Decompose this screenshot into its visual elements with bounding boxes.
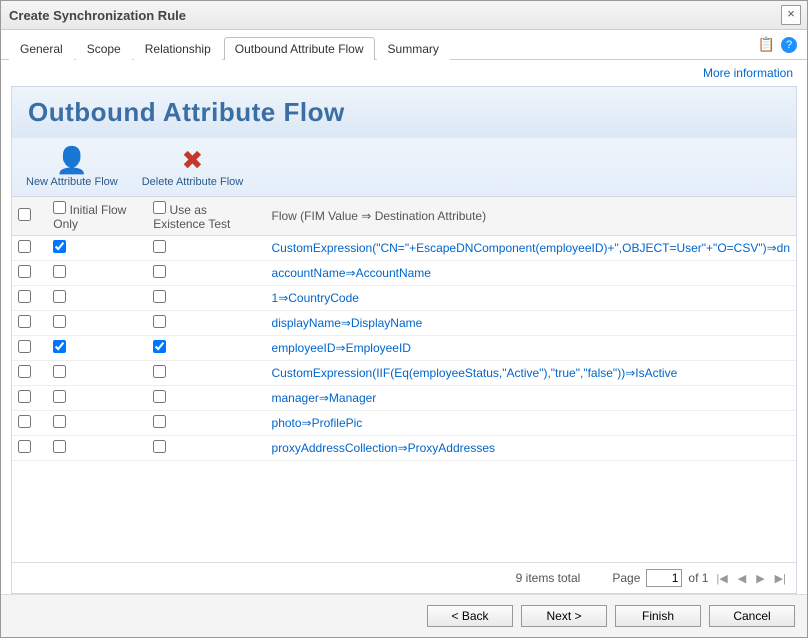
- help-icon[interactable]: ?: [781, 37, 797, 53]
- tab-relationship[interactable]: Relationship: [134, 37, 222, 60]
- initial-flow-checkbox[interactable]: [53, 365, 66, 378]
- table-row[interactable]: photo⇒ProfilePic: [12, 411, 796, 436]
- initial-flow-checkbox[interactable]: [53, 290, 66, 303]
- column-header-initial: Initial Flow Only: [47, 197, 147, 236]
- table-row[interactable]: 1⇒CountryCode: [12, 286, 796, 311]
- page-of-label: of 1: [688, 571, 708, 585]
- row-select-checkbox[interactable]: [18, 240, 31, 253]
- initial-flow-checkbox[interactable]: [53, 440, 66, 453]
- existence-test-checkbox[interactable]: [153, 265, 166, 278]
- flow-expression-link[interactable]: CustomExpression("CN="+EscapeDNComponent…: [266, 236, 796, 261]
- row-select-checkbox[interactable]: [18, 415, 31, 428]
- column-header-flow: Flow (FIM Value ⇒ Destination Attribute): [266, 197, 796, 236]
- select-all-checkbox[interactable]: [18, 208, 31, 221]
- flow-expression-link[interactable]: 1⇒CountryCode: [266, 286, 796, 311]
- delete-attribute-flow-button[interactable]: ✖ Delete Attribute Flow: [138, 144, 248, 190]
- pager: 9 items total Page of 1 |◀ ◀ ▶ ▶|: [12, 562, 796, 593]
- tab-scope[interactable]: Scope: [76, 37, 132, 60]
- existence-test-checkbox[interactable]: [153, 415, 166, 428]
- page-number-input[interactable]: [646, 569, 682, 587]
- new-attribute-flow-label: New Attribute Flow: [26, 176, 118, 188]
- cancel-button[interactable]: Cancel: [709, 605, 795, 627]
- finish-button[interactable]: Finish: [615, 605, 701, 627]
- column-header-existence: Use as Existence Test: [147, 197, 265, 236]
- user-icon: 👤: [56, 146, 88, 174]
- delete-attribute-flow-label: Delete Attribute Flow: [142, 176, 244, 188]
- page-label: Page: [612, 571, 640, 585]
- new-attribute-flow-button[interactable]: 👤 New Attribute Flow: [22, 144, 122, 190]
- pager-prev-button[interactable]: ◀: [736, 572, 748, 585]
- table-row[interactable]: displayName⇒DisplayName: [12, 311, 796, 336]
- header-initial-checkbox[interactable]: [53, 201, 66, 214]
- table-row[interactable]: manager⇒Manager: [12, 386, 796, 411]
- column-header-select[interactable]: [12, 197, 47, 236]
- wizard-footer: < Back Next > Finish Cancel: [1, 594, 807, 637]
- more-information-link[interactable]: More information: [11, 64, 797, 86]
- table-row[interactable]: CustomExpression(IIF(Eq(employeeStatus,"…: [12, 361, 796, 386]
- clipboard-icon[interactable]: 📋: [758, 36, 775, 53]
- flow-expression-link[interactable]: manager⇒Manager: [266, 386, 796, 411]
- close-button[interactable]: ×: [781, 5, 801, 25]
- flow-expression-link[interactable]: accountName⇒AccountName: [266, 261, 796, 286]
- row-select-checkbox[interactable]: [18, 315, 31, 328]
- existence-test-checkbox[interactable]: [153, 240, 166, 253]
- flow-expression-link[interactable]: proxyAddressCollection⇒ProxyAddresses: [266, 436, 796, 461]
- pager-last-button[interactable]: ▶|: [773, 572, 788, 585]
- tabstrip: GeneralScopeRelationshipOutbound Attribu…: [1, 30, 807, 60]
- next-button[interactable]: Next >: [521, 605, 607, 627]
- table-row[interactable]: accountName⇒AccountName: [12, 261, 796, 286]
- table-row[interactable]: employeeID⇒EmployeeID: [12, 336, 796, 361]
- flow-expression-link[interactable]: CustomExpression(IIF(Eq(employeeStatus,"…: [266, 361, 796, 386]
- initial-flow-checkbox[interactable]: [53, 315, 66, 328]
- existence-test-checkbox[interactable]: [153, 315, 166, 328]
- existence-test-checkbox[interactable]: [153, 290, 166, 303]
- tab-summary[interactable]: Summary: [377, 37, 450, 60]
- flow-expression-link[interactable]: employeeID⇒EmployeeID: [266, 336, 796, 361]
- initial-flow-checkbox[interactable]: [53, 240, 66, 253]
- existence-test-checkbox[interactable]: [153, 365, 166, 378]
- dialog-title: Create Synchronization Rule: [9, 8, 186, 23]
- delete-icon: ✖: [182, 146, 204, 174]
- flow-table: Initial Flow Only Use as Existence Test …: [12, 197, 796, 461]
- flow-expression-link[interactable]: displayName⇒DisplayName: [266, 311, 796, 336]
- tab-outbound-attribute-flow[interactable]: Outbound Attribute Flow: [224, 37, 375, 60]
- row-select-checkbox[interactable]: [18, 290, 31, 303]
- header-existence-checkbox[interactable]: [153, 201, 166, 214]
- row-select-checkbox[interactable]: [18, 365, 31, 378]
- panel-title: Outbound Attribute Flow: [28, 97, 780, 128]
- titlebar: Create Synchronization Rule ×: [1, 1, 807, 30]
- flow-expression-link[interactable]: photo⇒ProfilePic: [266, 411, 796, 436]
- pager-next-button[interactable]: ▶: [754, 572, 766, 585]
- row-select-checkbox[interactable]: [18, 440, 31, 453]
- row-select-checkbox[interactable]: [18, 265, 31, 278]
- initial-flow-checkbox[interactable]: [53, 265, 66, 278]
- existence-test-checkbox[interactable]: [153, 340, 166, 353]
- back-button[interactable]: < Back: [427, 605, 513, 627]
- toolbar: 👤 New Attribute Flow ✖ Delete Attribute …: [12, 138, 796, 197]
- pager-first-button[interactable]: |◀: [714, 572, 729, 585]
- table-row[interactable]: proxyAddressCollection⇒ProxyAddresses: [12, 436, 796, 461]
- existence-test-checkbox[interactable]: [153, 440, 166, 453]
- tab-general[interactable]: General: [9, 37, 74, 60]
- panel-header: Outbound Attribute Flow: [12, 87, 796, 138]
- initial-flow-checkbox[interactable]: [53, 390, 66, 403]
- items-total: 9 items total: [516, 571, 581, 585]
- table-row[interactable]: CustomExpression("CN="+EscapeDNComponent…: [12, 236, 796, 261]
- initial-flow-checkbox[interactable]: [53, 340, 66, 353]
- initial-flow-checkbox[interactable]: [53, 415, 66, 428]
- row-select-checkbox[interactable]: [18, 340, 31, 353]
- row-select-checkbox[interactable]: [18, 390, 31, 403]
- existence-test-checkbox[interactable]: [153, 390, 166, 403]
